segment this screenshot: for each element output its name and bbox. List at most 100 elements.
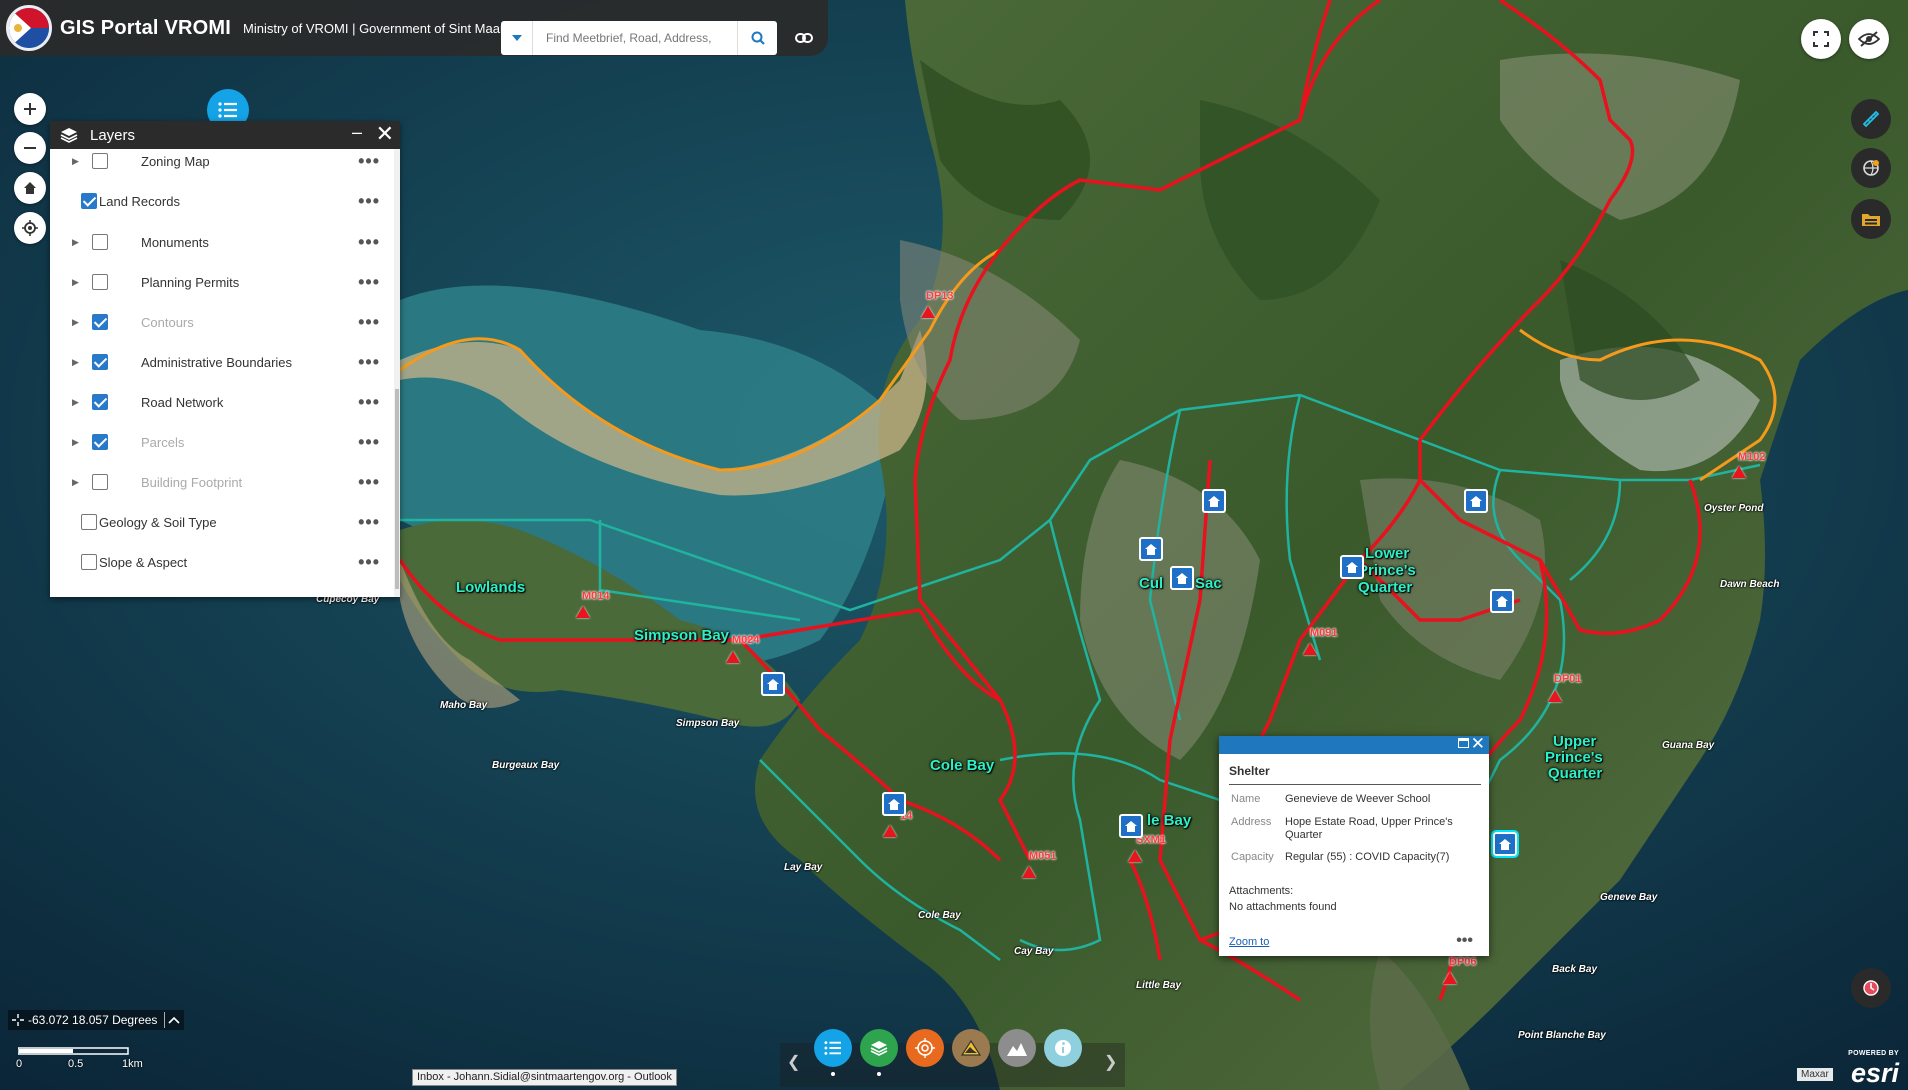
layer-checkbox[interactable] — [81, 554, 97, 570]
layer-item-contours[interactable]: ▶ Contours ••• — [50, 302, 390, 342]
more-options-button[interactable]: ••• — [358, 512, 380, 533]
monument-marker[interactable] — [1732, 466, 1746, 478]
layer-checkbox[interactable] — [92, 234, 108, 250]
monument-marker[interactable] — [1548, 690, 1562, 702]
bay-label: Back Bay — [1552, 964, 1598, 975]
popup-more-button[interactable]: ••• — [1456, 932, 1473, 950]
dock-about-button[interactable] — [1044, 1029, 1082, 1067]
scrollbar-thumb[interactable] — [395, 389, 399, 589]
minimize-button[interactable]: – — [352, 122, 362, 143]
clock-icon — [1863, 980, 1879, 996]
close-popup-button[interactable]: ✕ — [1471, 734, 1485, 754]
more-options-button[interactable]: ••• — [358, 151, 380, 172]
monument-marker[interactable] — [883, 825, 897, 837]
chevron-up-icon[interactable] — [168, 1016, 181, 1024]
layers-panel-header: Layers – ✕ — [50, 121, 400, 149]
layer-checkbox[interactable] — [92, 314, 108, 330]
more-options-button[interactable]: ••• — [358, 432, 380, 453]
expand-caret-icon[interactable]: ▶ — [72, 397, 79, 408]
dock-layers-button[interactable] — [860, 1029, 898, 1067]
layer-item-slope-aspect[interactable]: Slope & Aspect ••• — [50, 542, 390, 582]
layer-item-land-records[interactable]: Land Records ••• — [50, 181, 390, 221]
zoom-out-button[interactable] — [14, 132, 46, 164]
layer-checkbox[interactable] — [92, 474, 108, 490]
monument-marker[interactable] — [1128, 850, 1142, 862]
dock-elevation-button[interactable] — [952, 1029, 990, 1067]
layer-item-road-network[interactable]: ▶ Road Network ••• — [50, 382, 390, 422]
layer-item-monuments[interactable]: ▶ Monuments ••• — [50, 222, 390, 262]
layer-checkbox[interactable] — [92, 354, 108, 370]
monument-marker[interactable] — [1443, 972, 1457, 984]
more-options-button[interactable]: ••• — [358, 552, 380, 573]
shelter-marker[interactable] — [1490, 589, 1514, 613]
dock-next-arrow[interactable]: ❯ — [1104, 1052, 1117, 1072]
more-options-button[interactable]: ••• — [358, 191, 380, 212]
layer-checkbox[interactable] — [81, 514, 97, 530]
layer-item-parcels[interactable]: ▶ Parcels ••• — [50, 422, 390, 462]
layer-item-building-footprint[interactable]: ▶ Building Footprint ••• — [50, 462, 390, 502]
bay-label: Cay Bay — [1014, 946, 1054, 957]
zoom-to-link[interactable]: Zoom to — [1229, 936, 1269, 948]
layer-toolbox-button[interactable] — [1851, 199, 1891, 239]
close-button[interactable]: ✕ — [376, 121, 394, 147]
shelter-marker[interactable] — [1464, 489, 1488, 513]
time-slider-button[interactable] — [1851, 968, 1891, 1008]
app-subtitle: Ministry of VROMI | Government of Sint M… — [243, 20, 523, 36]
more-options-button[interactable]: ••• — [358, 312, 380, 333]
monument-marker[interactable] — [1303, 643, 1317, 655]
zoom-in-button[interactable] — [14, 93, 46, 125]
layer-checkbox[interactable] — [92, 434, 108, 450]
layer-item-geology-soil-type[interactable]: Geology & Soil Type ••• — [50, 502, 390, 542]
home-button[interactable] — [14, 172, 46, 204]
shelter-marker[interactable] — [761, 672, 785, 696]
expand-caret-icon[interactable]: ▶ — [72, 357, 79, 368]
more-options-button[interactable]: ••• — [358, 272, 380, 293]
shelter-marker[interactable] — [1119, 814, 1143, 838]
more-options-button[interactable]: ••• — [358, 392, 380, 413]
shelter-marker[interactable] — [882, 792, 906, 816]
expand-caret-icon[interactable]: ▶ — [72, 156, 79, 167]
house-icon — [888, 798, 900, 810]
shelter-marker[interactable] — [1170, 566, 1194, 590]
layer-checkbox[interactable] — [92, 274, 108, 290]
more-options-button[interactable]: ••• — [358, 352, 380, 373]
layer-checkbox[interactable] — [92, 153, 108, 169]
locate-button[interactable] — [14, 212, 46, 244]
monument-marker[interactable] — [1022, 866, 1036, 878]
expand-caret-icon[interactable]: ▶ — [72, 477, 79, 488]
search-button[interactable] — [737, 21, 777, 55]
monument-marker[interactable] — [921, 306, 935, 318]
expand-caret-icon[interactable]: ▶ — [72, 317, 79, 328]
shelter-marker[interactable] — [1340, 555, 1364, 579]
layer-item-administrative-boundaries[interactable]: ▶ Administrative Boundaries ••• — [50, 342, 390, 382]
search-source-dropdown[interactable] — [501, 21, 533, 55]
more-options-button[interactable]: ••• — [358, 472, 380, 493]
monument-marker[interactable] — [576, 606, 590, 618]
toggle-visibility-button[interactable] — [1849, 19, 1889, 59]
more-options-button[interactable]: ••• — [358, 232, 380, 253]
shelter-marker[interactable] — [1202, 489, 1226, 513]
maximize-button[interactable] — [1458, 738, 1469, 748]
measure-tool-button[interactable] — [1851, 99, 1891, 139]
dock-print-button[interactable] — [906, 1029, 944, 1067]
layer-checkbox[interactable] — [81, 193, 97, 209]
layer-list-scrollbar[interactable] — [394, 149, 400, 597]
search-input[interactable] — [533, 24, 728, 52]
layer-checkbox[interactable] — [92, 394, 108, 410]
expand-caret-icon[interactable]: ▶ — [72, 437, 79, 448]
fullscreen-button[interactable] — [1801, 19, 1841, 59]
dock-layer-list-button[interactable] — [814, 1029, 852, 1067]
layer-item-zoning-map[interactable]: ▶ Zoning Map ••• — [50, 149, 390, 181]
expand-caret-icon[interactable]: ▶ — [72, 237, 79, 248]
dock-prev-arrow[interactable]: ❮ — [787, 1052, 800, 1072]
monument-label: DP13 — [926, 290, 954, 302]
share-link-button[interactable] — [790, 26, 818, 50]
app-header: GIS Portal VROMI Ministry of VROMI | Gov… — [0, 0, 828, 56]
layer-item-planning-permits[interactable]: ▶ Planning Permits ••• — [50, 262, 390, 302]
dock-profile-button[interactable] — [998, 1029, 1036, 1067]
expand-caret-icon[interactable]: ▶ — [72, 277, 79, 288]
monument-marker[interactable] — [726, 651, 740, 663]
shelter-marker-selected[interactable] — [1491, 830, 1519, 858]
basemap-gallery-button[interactable] — [1851, 148, 1891, 188]
shelter-marker[interactable] — [1139, 537, 1163, 561]
